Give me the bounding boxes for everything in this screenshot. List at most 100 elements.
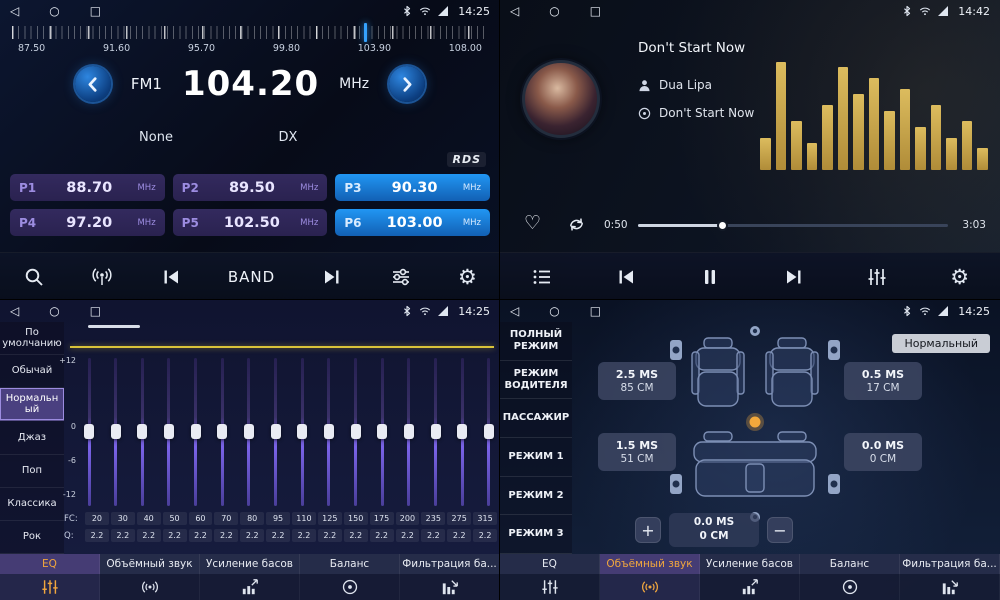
eq-band-slider[interactable] bbox=[457, 358, 467, 506]
slider-handle[interactable] bbox=[111, 424, 121, 439]
nav-home-icon[interactable]: ○ bbox=[49, 304, 59, 318]
eq-band-slider[interactable] bbox=[164, 358, 174, 506]
nav-back-icon[interactable]: ◁ bbox=[510, 304, 519, 318]
nav-recents-icon[interactable]: □ bbox=[90, 304, 101, 318]
slider-handle[interactable] bbox=[84, 424, 94, 439]
eq-preset-rock[interactable]: Рок bbox=[0, 521, 64, 554]
preset-button-p3[interactable]: P390.30MHz bbox=[335, 174, 490, 201]
tab-filter[interactable]: Фильтрация ба... bbox=[900, 554, 1000, 574]
slider-handle[interactable] bbox=[191, 424, 201, 439]
eq-preset-custom[interactable]: Обычай bbox=[0, 355, 64, 388]
eq-preset-normal[interactable]: Нормальный bbox=[0, 388, 64, 421]
eq-band-slider[interactable] bbox=[404, 358, 414, 506]
slider-handle[interactable] bbox=[377, 424, 387, 439]
nav-home-icon[interactable]: ○ bbox=[49, 4, 59, 18]
eq-band-slider[interactable] bbox=[244, 358, 254, 506]
slider-handle[interactable] bbox=[217, 424, 227, 439]
slider-handle[interactable] bbox=[271, 424, 281, 439]
eq-band-slider[interactable] bbox=[84, 358, 94, 506]
progress-knob[interactable] bbox=[717, 220, 728, 231]
eq-band-slider[interactable] bbox=[111, 358, 121, 506]
slider-handle[interactable] bbox=[137, 424, 147, 439]
slider-handle[interactable] bbox=[404, 424, 414, 439]
nav-home-icon[interactable]: ○ bbox=[549, 4, 559, 18]
slider-handle[interactable] bbox=[244, 424, 254, 439]
eq-band-slider[interactable] bbox=[297, 358, 307, 506]
bass-boost-icon[interactable] bbox=[700, 574, 800, 600]
tab-eq[interactable]: EQ bbox=[0, 554, 100, 574]
delay-chip-front-right[interactable]: 0.5 MS17 CM bbox=[844, 362, 922, 400]
nav-recents-icon[interactable]: □ bbox=[590, 304, 601, 318]
filter-icon[interactable] bbox=[400, 574, 500, 600]
next-track-icon[interactable] bbox=[783, 266, 805, 288]
tab-balance[interactable]: Баланс bbox=[800, 554, 900, 574]
tab-bass-boost[interactable]: Усиление басов bbox=[200, 554, 300, 574]
surround-sound-icon[interactable] bbox=[100, 574, 200, 600]
nav-back-icon[interactable]: ◁ bbox=[10, 4, 19, 18]
delay-chip-rear-left[interactable]: 1.5 MS51 CM bbox=[598, 433, 676, 471]
tab-surround-sound[interactable]: Объёмный звук bbox=[600, 554, 700, 574]
mode-full[interactable]: ПОЛНЫЙ РЕЖИМ bbox=[500, 322, 572, 361]
eq-band-slider[interactable] bbox=[217, 358, 227, 506]
slider-handle[interactable] bbox=[484, 424, 494, 439]
progress-slider[interactable] bbox=[638, 224, 948, 227]
tune-down-button[interactable] bbox=[75, 66, 111, 102]
mode-passenger[interactable]: ПАССАЖИР bbox=[500, 399, 572, 438]
balance-icon[interactable] bbox=[800, 574, 900, 600]
settings-gear-icon[interactable]: ⚙ bbox=[950, 266, 969, 288]
tab-surround-sound[interactable]: Объёмный звук bbox=[100, 554, 200, 574]
preset-button-p2[interactable]: P289.50MHz bbox=[173, 174, 328, 201]
eq-preset-default[interactable]: По умолчанию bbox=[0, 322, 64, 355]
eq-band-slider[interactable] bbox=[431, 358, 441, 506]
favorite-heart-icon[interactable]: ♡ bbox=[524, 212, 541, 234]
preset-button-p4[interactable]: P497.20MHz bbox=[10, 209, 165, 236]
nav-home-icon[interactable]: ○ bbox=[549, 304, 559, 318]
nav-back-icon[interactable]: ◁ bbox=[510, 4, 519, 18]
tab-eq[interactable]: EQ bbox=[500, 554, 600, 574]
eq-preset-classic[interactable]: Классика bbox=[0, 488, 64, 521]
mode-driver[interactable]: РЕЖИМ ВОДИТЕЛЯ bbox=[500, 361, 572, 400]
mode-mode2[interactable]: РЕЖИМ 2 bbox=[500, 477, 572, 516]
nav-back-icon[interactable]: ◁ bbox=[10, 304, 19, 318]
search-icon[interactable] bbox=[23, 266, 45, 288]
sound-profile-button[interactable]: Нормальный bbox=[892, 334, 990, 353]
broadcast-scan-icon[interactable] bbox=[91, 266, 113, 288]
car-seats-speakers-graphic[interactable] bbox=[670, 324, 840, 524]
eq-band-slider[interactable] bbox=[324, 358, 334, 506]
tune-up-button[interactable] bbox=[389, 66, 425, 102]
preset-button-p5[interactable]: P5102.50MHz bbox=[173, 209, 328, 236]
eq-band-slider[interactable] bbox=[191, 358, 201, 506]
delay-decrease-button[interactable]: − bbox=[767, 517, 793, 543]
next-station-icon[interactable] bbox=[321, 266, 343, 288]
slider-handle[interactable] bbox=[351, 424, 361, 439]
delay-increase-button[interactable]: + bbox=[635, 517, 661, 543]
delay-chip-front-left[interactable]: 2.5 MS85 CM bbox=[598, 362, 676, 400]
eq-band-slider[interactable] bbox=[351, 358, 361, 506]
nav-recents-icon[interactable]: □ bbox=[90, 4, 101, 18]
pause-icon[interactable] bbox=[699, 266, 721, 288]
audio-adjust-icon[interactable] bbox=[390, 266, 412, 288]
repeat-icon[interactable] bbox=[566, 214, 587, 239]
nav-recents-icon[interactable]: □ bbox=[590, 4, 601, 18]
eq-faders-icon[interactable] bbox=[866, 266, 888, 288]
settings-gear-icon[interactable]: ⚙ bbox=[458, 266, 477, 288]
slider-handle[interactable] bbox=[431, 424, 441, 439]
eq-faders-icon[interactable] bbox=[500, 574, 600, 600]
tab-balance[interactable]: Баланс bbox=[300, 554, 400, 574]
surround-sound-icon[interactable] bbox=[600, 574, 700, 600]
eq-preset-pop[interactable]: Поп bbox=[0, 455, 64, 488]
bass-boost-icon[interactable] bbox=[200, 574, 300, 600]
delay-chip-rear-right[interactable]: 0.0 MS0 CM bbox=[844, 433, 922, 471]
frequency-ruler-ticks[interactable] bbox=[12, 26, 488, 39]
mode-mode1[interactable]: РЕЖИМ 1 bbox=[500, 438, 572, 477]
slider-handle[interactable] bbox=[297, 424, 307, 439]
tab-filter[interactable]: Фильтрация ба... bbox=[400, 554, 500, 574]
slider-handle[interactable] bbox=[324, 424, 334, 439]
filter-icon[interactable] bbox=[900, 574, 1000, 600]
band-button[interactable]: BAND bbox=[228, 268, 275, 286]
eq-band-slider[interactable] bbox=[271, 358, 281, 506]
slider-handle[interactable] bbox=[457, 424, 467, 439]
balance-icon[interactable] bbox=[300, 574, 400, 600]
previous-station-icon[interactable] bbox=[160, 266, 182, 288]
eq-band-slider[interactable] bbox=[377, 358, 387, 506]
